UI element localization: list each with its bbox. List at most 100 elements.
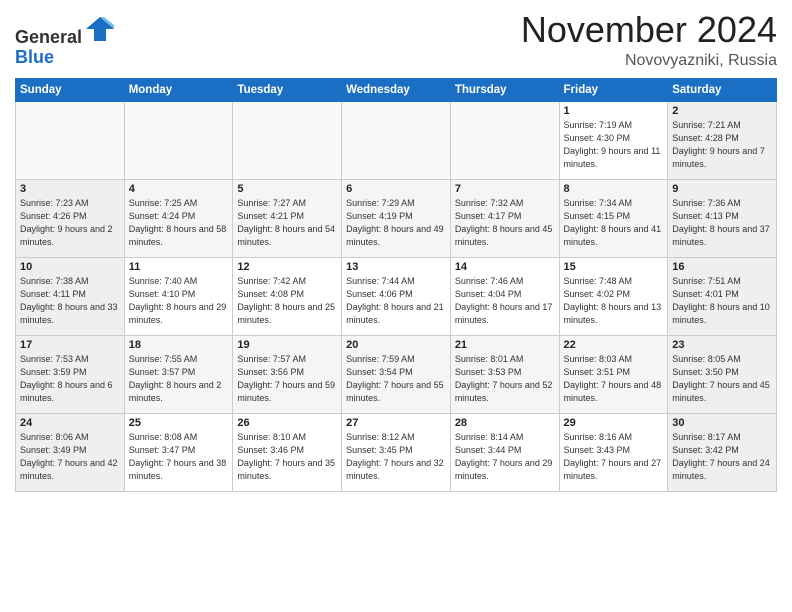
day-info: Sunrise: 7:38 AM Sunset: 4:11 PM Dayligh… — [20, 275, 120, 327]
table-row: 20 Sunrise: 7:59 AM Sunset: 3:54 PM Dayli… — [342, 335, 451, 413]
header: General Blue November 2024 Novovyazniki,… — [15, 10, 777, 70]
table-row: 21 Sunrise: 8:01 AM Sunset: 3:53 PM Dayli… — [450, 335, 559, 413]
table-row: 8 Sunrise: 7:34 AM Sunset: 4:15 PM Daylig… — [559, 179, 668, 257]
calendar-week-row: 10 Sunrise: 7:38 AM Sunset: 4:11 PM Dayli… — [16, 257, 777, 335]
day-info: Sunrise: 8:10 AM Sunset: 3:46 PM Dayligh… — [237, 431, 337, 483]
day-info: Sunrise: 7:53 AM Sunset: 3:59 PM Dayligh… — [20, 353, 120, 405]
day-number: 17 — [20, 339, 120, 351]
day-info: Sunrise: 7:27 AM Sunset: 4:21 PM Dayligh… — [237, 197, 337, 249]
table-row: 27 Sunrise: 8:12 AM Sunset: 3:45 PM Dayli… — [342, 413, 451, 491]
month-title: November 2024 — [521, 10, 777, 50]
table-row: 14 Sunrise: 7:46 AM Sunset: 4:04 PM Dayli… — [450, 257, 559, 335]
calendar-week-row: 1 Sunrise: 7:19 AM Sunset: 4:30 PM Daylig… — [16, 101, 777, 179]
day-info: Sunrise: 7:32 AM Sunset: 4:17 PM Dayligh… — [455, 197, 555, 249]
day-number: 7 — [455, 183, 555, 195]
table-row: 23 Sunrise: 8:05 AM Sunset: 3:50 PM Dayli… — [668, 335, 777, 413]
day-info: Sunrise: 7:21 AM Sunset: 4:28 PM Dayligh… — [672, 119, 772, 171]
day-number: 14 — [455, 261, 555, 273]
day-info: Sunrise: 7:46 AM Sunset: 4:04 PM Dayligh… — [455, 275, 555, 327]
day-number: 3 — [20, 183, 120, 195]
table-row — [342, 101, 451, 179]
day-number: 24 — [20, 417, 120, 429]
day-info: Sunrise: 7:51 AM Sunset: 4:01 PM Dayligh… — [672, 275, 772, 327]
day-info: Sunrise: 7:55 AM Sunset: 3:57 PM Dayligh… — [129, 353, 229, 405]
day-number: 21 — [455, 339, 555, 351]
day-info: Sunrise: 8:03 AM Sunset: 3:51 PM Dayligh… — [564, 353, 664, 405]
table-row: 16Sunrise: 7:51 AM Sunset: 4:01 PM Dayli… — [668, 257, 777, 335]
day-number: 5 — [237, 183, 337, 195]
day-number: 13 — [346, 261, 446, 273]
day-info: Sunrise: 7:59 AM Sunset: 3:54 PM Dayligh… — [346, 353, 446, 405]
day-number: 26 — [237, 417, 337, 429]
col-sunday: Sunday — [16, 78, 125, 101]
day-info: Sunrise: 8:16 AM Sunset: 3:43 PM Dayligh… — [564, 431, 664, 483]
day-number: 29 — [564, 417, 664, 429]
table-row: 1 Sunrise: 7:19 AM Sunset: 4:30 PM Daylig… — [559, 101, 668, 179]
table-row: 3 Sunrise: 7:23 AM Sunset: 4:26 PM Daylig… — [16, 179, 125, 257]
day-number: 18 — [129, 339, 229, 351]
day-info: Sunrise: 7:25 AM Sunset: 4:24 PM Dayligh… — [129, 197, 229, 249]
day-info: Sunrise: 7:42 AM Sunset: 4:08 PM Dayligh… — [237, 275, 337, 327]
day-info: Sunrise: 7:23 AM Sunset: 4:26 PM Dayligh… — [20, 197, 120, 249]
day-info: Sunrise: 7:40 AM Sunset: 4:10 PM Dayligh… — [129, 275, 229, 327]
table-row: 5 Sunrise: 7:27 AM Sunset: 4:21 PM Daylig… — [233, 179, 342, 257]
day-number: 20 — [346, 339, 446, 351]
day-info: Sunrise: 8:12 AM Sunset: 3:45 PM Dayligh… — [346, 431, 446, 483]
calendar-table: Sunday Monday Tuesday Wednesday Thursday… — [15, 78, 777, 492]
col-tuesday: Tuesday — [233, 78, 342, 101]
logo-blue: Blue — [15, 47, 54, 67]
day-info: Sunrise: 7:29 AM Sunset: 4:19 PM Dayligh… — [346, 197, 446, 249]
table-row: 10 Sunrise: 7:38 AM Sunset: 4:11 PM Dayli… — [16, 257, 125, 335]
table-row: 13 Sunrise: 7:44 AM Sunset: 4:06 PM Dayli… — [342, 257, 451, 335]
day-info: Sunrise: 7:44 AM Sunset: 4:06 PM Dayligh… — [346, 275, 446, 327]
day-number: 28 — [455, 417, 555, 429]
day-info: Sunrise: 8:05 AM Sunset: 3:50 PM Dayligh… — [672, 353, 772, 405]
col-thursday: Thursday — [450, 78, 559, 101]
day-number: 6 — [346, 183, 446, 195]
table-row: 9Sunrise: 7:36 AM Sunset: 4:13 PM Daylig… — [668, 179, 777, 257]
day-info: Sunrise: 7:19 AM Sunset: 4:30 PM Dayligh… — [564, 119, 664, 171]
table-row: 18 Sunrise: 7:55 AM Sunset: 3:57 PM Dayli… — [124, 335, 233, 413]
day-number: 25 — [129, 417, 229, 429]
calendar-header-row: Sunday Monday Tuesday Wednesday Thursday… — [16, 78, 777, 101]
day-info: Sunrise: 8:01 AM Sunset: 3:53 PM Dayligh… — [455, 353, 555, 405]
table-row — [233, 101, 342, 179]
day-number: 11 — [129, 261, 229, 273]
table-row — [16, 101, 125, 179]
day-number: 27 — [346, 417, 446, 429]
day-number: 23 — [672, 339, 772, 351]
table-row: 22 Sunrise: 8:03 AM Sunset: 3:51 PM Dayli… — [559, 335, 668, 413]
table-row: 12Sunrise: 7:42 AM Sunset: 4:08 PM Dayli… — [233, 257, 342, 335]
main-container: General Blue November 2024 Novovyazniki,… — [0, 0, 792, 497]
day-number: 1 — [564, 105, 664, 117]
table-row: 26 Sunrise: 8:10 AM Sunset: 3:46 PM Dayli… — [233, 413, 342, 491]
day-info: Sunrise: 8:14 AM Sunset: 3:44 PM Dayligh… — [455, 431, 555, 483]
table-row: 19Sunrise: 7:57 AM Sunset: 3:56 PM Dayli… — [233, 335, 342, 413]
title-block: November 2024 Novovyazniki, Russia — [521, 10, 777, 70]
day-info: Sunrise: 7:34 AM Sunset: 4:15 PM Dayligh… — [564, 197, 664, 249]
col-saturday: Saturday — [668, 78, 777, 101]
day-number: 4 — [129, 183, 229, 195]
calendar-week-row: 3 Sunrise: 7:23 AM Sunset: 4:26 PM Daylig… — [16, 179, 777, 257]
day-number: 22 — [564, 339, 664, 351]
table-row: 24Sunrise: 8:06 AM Sunset: 3:49 PM Dayli… — [16, 413, 125, 491]
table-row: 6 Sunrise: 7:29 AM Sunset: 4:19 PM Daylig… — [342, 179, 451, 257]
day-number: 10 — [20, 261, 120, 273]
location: Novovyazniki, Russia — [521, 52, 777, 70]
calendar-week-row: 24Sunrise: 8:06 AM Sunset: 3:49 PM Dayli… — [16, 413, 777, 491]
day-number: 8 — [564, 183, 664, 195]
table-row: 17 Sunrise: 7:53 AM Sunset: 3:59 PM Dayli… — [16, 335, 125, 413]
calendar-week-row: 17 Sunrise: 7:53 AM Sunset: 3:59 PM Dayli… — [16, 335, 777, 413]
day-info: Sunrise: 8:17 AM Sunset: 3:42 PM Dayligh… — [672, 431, 772, 483]
col-monday: Monday — [124, 78, 233, 101]
logo-icon — [84, 15, 116, 43]
table-row — [124, 101, 233, 179]
day-number: 9 — [672, 183, 772, 195]
day-info: Sunrise: 8:08 AM Sunset: 3:47 PM Dayligh… — [129, 431, 229, 483]
table-row: 11 Sunrise: 7:40 AM Sunset: 4:10 PM Dayli… — [124, 257, 233, 335]
day-info: Sunrise: 7:48 AM Sunset: 4:02 PM Dayligh… — [564, 275, 664, 327]
table-row: 30Sunrise: 8:17 AM Sunset: 3:42 PM Dayli… — [668, 413, 777, 491]
logo-text-block: General Blue — [15, 15, 116, 68]
table-row: 4 Sunrise: 7:25 AM Sunset: 4:24 PM Daylig… — [124, 179, 233, 257]
day-number: 19 — [237, 339, 337, 351]
